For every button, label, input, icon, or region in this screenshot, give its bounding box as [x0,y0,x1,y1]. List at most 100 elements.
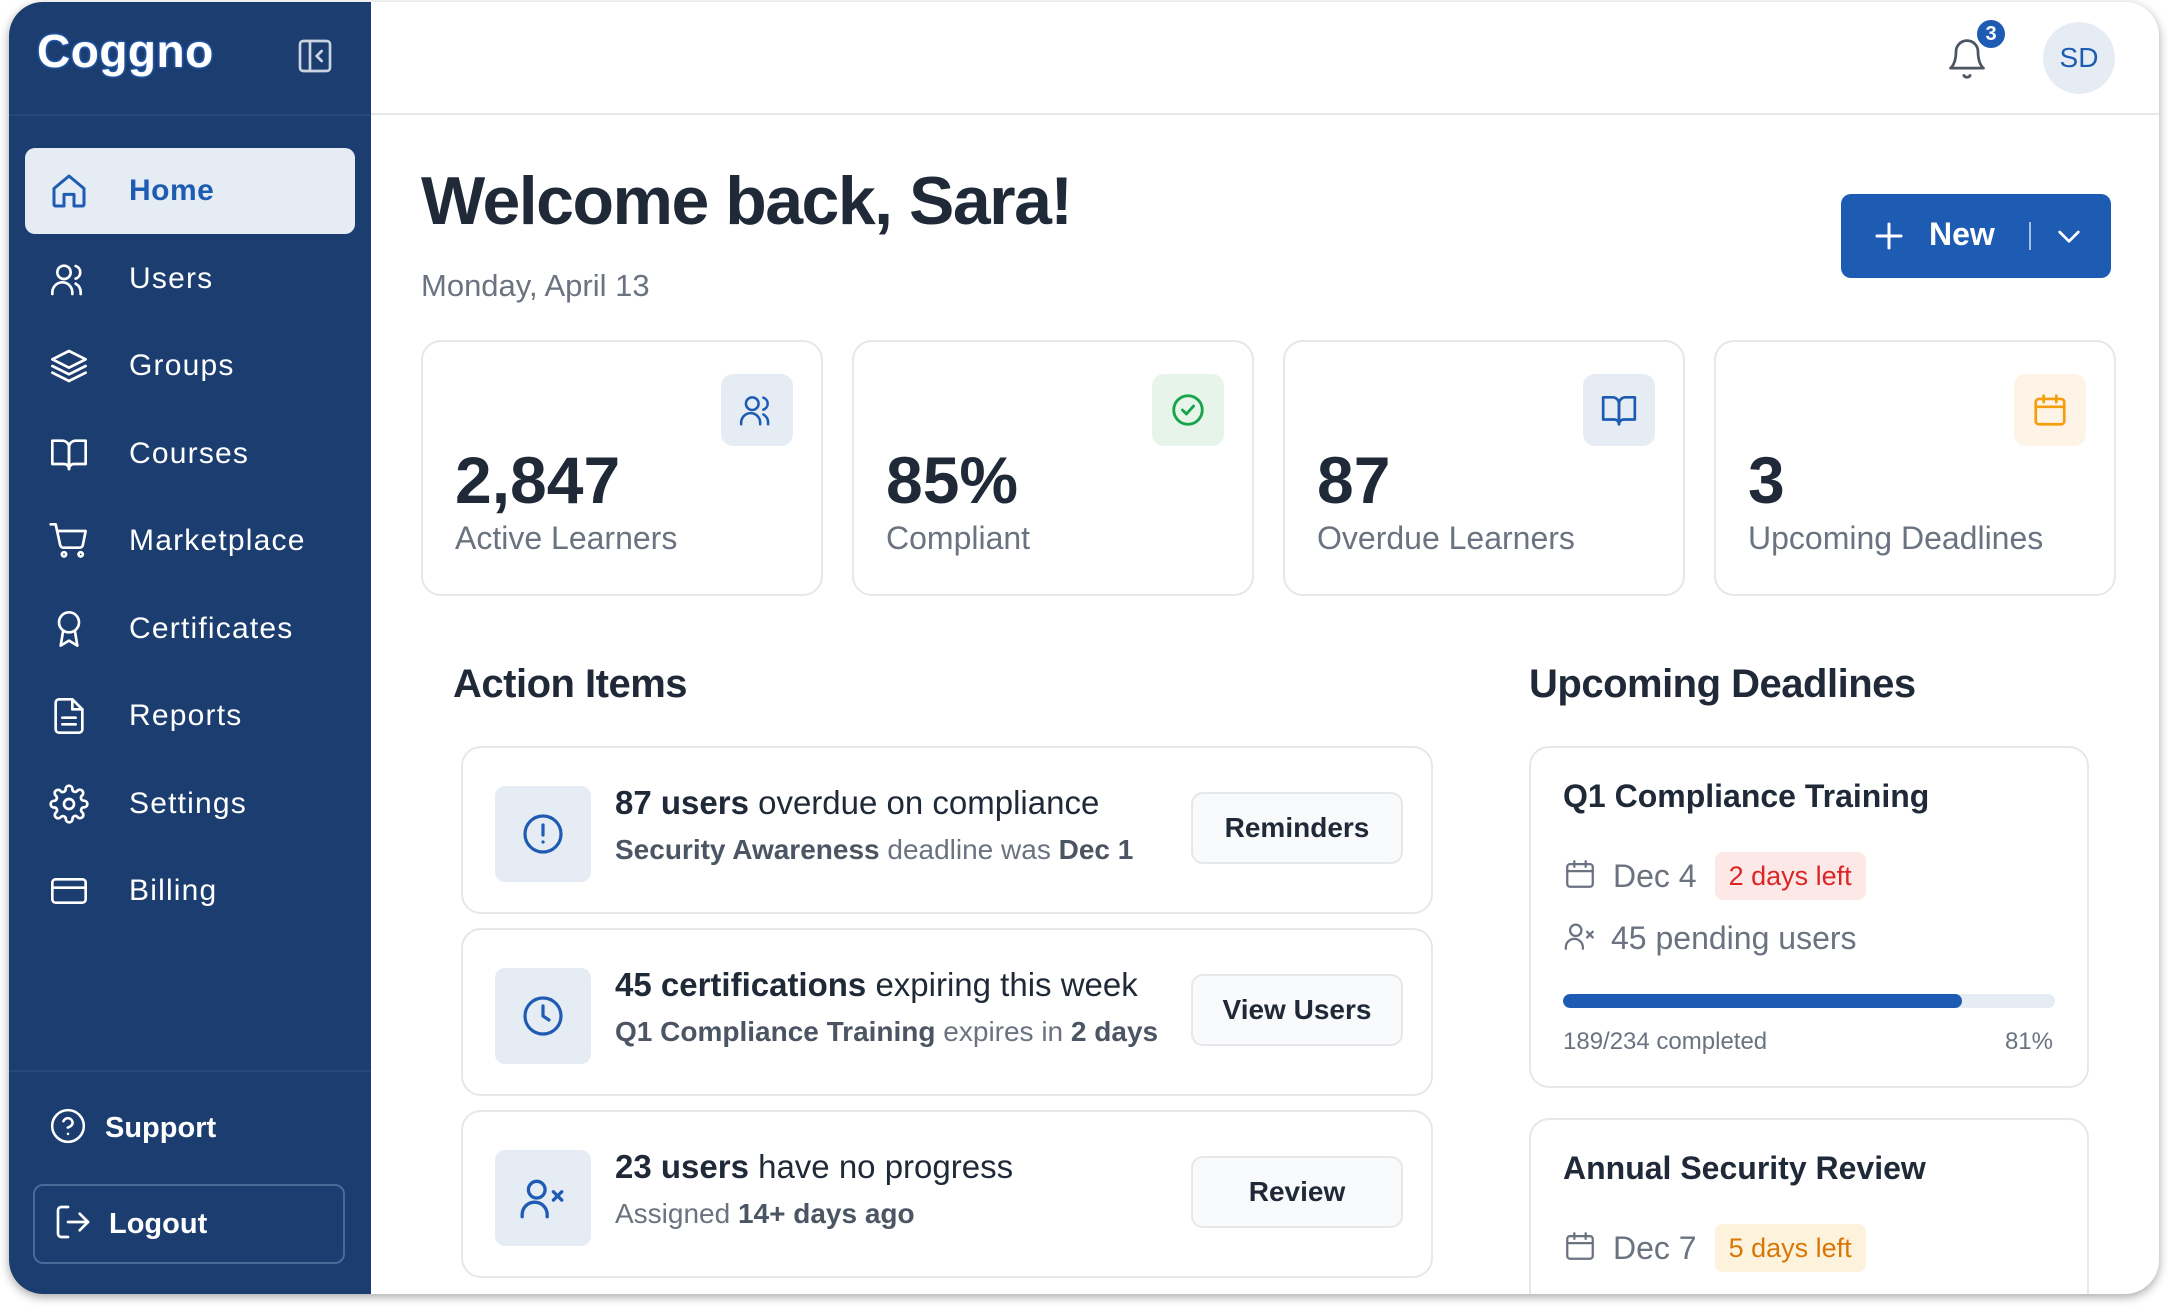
layers-icon [49,346,89,386]
deadline-date: Dec 7 [1613,1229,1697,1266]
sidebar-item-label: Courses [129,436,250,470]
days-left-badge: 2 days left [1714,852,1866,900]
stat-card-upcoming-deadlines[interactable]: 3 Upcoming Deadlines [1714,340,2116,596]
action-item: 23 users have no progress Assigned 14+ d… [461,1110,1433,1278]
book-icon [1583,374,1655,446]
home-icon [49,171,89,211]
progress-bar-fill [1563,994,1962,1008]
deadline-date-row: Dec 7 5 days left [1563,1224,1866,1272]
sidebar-item-label: Billing [129,874,218,907]
stat-value: 3 [1748,443,1785,517]
plus-icon [1871,218,1907,254]
sidebar-item-settings[interactable]: Settings [25,761,355,847]
action-subtext-strong: Q1 Compliance Training [615,1016,936,1047]
calendar-icon [1563,857,1597,896]
sidebar-item-label: Certificates [129,611,294,645]
logout-icon [53,1202,93,1247]
logo[interactable]: Coggno [37,24,214,78]
sidebar-nav: Home Users Groups Courses Marketplace Ce… [25,148,355,936]
sidebar-item-reports[interactable]: Reports [25,673,355,759]
deadline-date: Dec 4 [1613,857,1697,894]
stat-value: 2,847 [455,443,621,517]
stat-card-overdue-learners[interactable]: 87 Overdue Learners [1283,340,1685,596]
user-x-icon [1563,919,1597,958]
pending-users: 45 pending users [1611,919,1857,956]
action-headline-rest: have no progress [748,1148,1014,1185]
support-label: Support [105,1111,217,1144]
stat-caption: Upcoming Deadlines [1748,520,2044,556]
progress-percent: 81% [2004,1028,2053,1055]
chevron-down-icon[interactable] [2053,220,2085,252]
review-button[interactable]: Review [1191,1156,1403,1228]
stat-caption: Overdue Learners [1317,520,1575,556]
action-item: 87 users overdue on compliance Security … [461,746,1433,914]
sidebar-item-home[interactable]: Home [25,148,355,234]
action-items-title: Action Items [453,662,688,706]
calendar-icon [1563,1229,1597,1268]
action-subtext: Q1 Compliance Training expires in 2 days [615,1016,1158,1048]
deadline-title: Q1 Compliance Training [1563,778,1930,814]
action-subtext-strong: Dec 1 [1058,834,1134,865]
divider [9,1070,371,1072]
clock-icon [495,968,591,1064]
action-headline: 87 users overdue on compliance [615,784,1099,822]
sidebar-item-courses[interactable]: Courses [25,411,355,497]
sidebar-item-billing[interactable]: Billing [25,848,355,934]
action-subtext-strong: 2 days [1070,1016,1159,1047]
award-icon [49,609,89,649]
action-subtext-strong: 14+ days ago [737,1198,915,1229]
sidebar-item-users[interactable]: Users [25,236,355,322]
current-date: Monday, April 13 [421,268,650,303]
calendar-icon [2014,374,2086,446]
deadline-date-row: Dec 4 2 days left [1563,852,1866,900]
support-link[interactable]: Support [49,1108,216,1148]
file-text-icon [49,696,89,736]
stat-card-compliant[interactable]: 85% Compliant [852,340,1254,596]
avatar[interactable]: SD [2043,22,2115,94]
page-title: Welcome back, Sara! [421,163,1073,239]
reminders-button[interactable]: Reminders [1191,792,1403,864]
notification-badge: 3 [1975,18,2007,50]
action-headline: 23 users have no progress [615,1148,1013,1186]
new-button[interactable]: New [1841,194,2111,278]
action-subtext: Security Awareness deadline was Dec 1 [615,834,1133,866]
divider [9,114,371,116]
action-subtext-rest: Assigned [615,1198,738,1229]
action-item: 45 certifications expiring this week Q1 … [461,928,1433,1096]
sidebar-item-groups[interactable]: Groups [25,323,355,409]
stat-card-active-learners[interactable]: 2,847 Active Learners [421,340,823,596]
action-headline-strong: 87 users [615,784,749,821]
app-window: Coggno Home Users Groups Courses Marketp… [9,2,2159,1294]
progress-bar [1563,994,2055,1008]
sidebar-item-label: Settings [129,786,247,820]
days-left-badge: 5 days left [1714,1224,1866,1272]
deadline-card[interactable]: Annual Security Review Dec 7 5 days left [1529,1118,2089,1294]
gear-icon [49,783,89,824]
sidebar-item-label: Reports [129,699,243,732]
sidebar-item-certificates[interactable]: Certificates [25,586,355,672]
help-circle-icon [49,1107,87,1150]
sidebar-item-marketplace[interactable]: Marketplace [25,498,355,584]
deadline-card[interactable]: Q1 Compliance Training Dec 4 2 days left… [1529,746,2089,1088]
button-separator [2029,222,2031,250]
action-subtext-rest: deadline was [879,834,1059,865]
action-subtext-rest: expires in [935,1016,1071,1047]
logout-button[interactable]: Logout [33,1184,345,1264]
view-users-button[interactable]: View Users [1191,974,1403,1046]
action-headline: 45 certifications expiring this week [615,966,1138,1004]
sidebar-header: Coggno [9,2,371,114]
action-subtext-strong: Security Awareness [615,834,880,865]
book-icon [49,434,89,474]
check-circle-icon [1152,374,1224,446]
sidebar-collapse-icon[interactable] [295,36,335,76]
action-headline-rest: overdue on compliance [748,784,1100,821]
action-headline-rest: expiring this week [866,966,1138,1003]
credit-card-icon [49,871,89,911]
sidebar-item-label: Home [129,174,215,207]
upcoming-deadlines-title: Upcoming Deadlines [1529,662,1916,706]
cart-icon [49,521,89,561]
action-headline-strong: 45 certifications [615,966,867,1003]
user-x-icon [495,1150,591,1246]
alert-circle-icon [495,786,591,882]
sidebar: Coggno Home Users Groups Courses Marketp… [9,2,371,1294]
